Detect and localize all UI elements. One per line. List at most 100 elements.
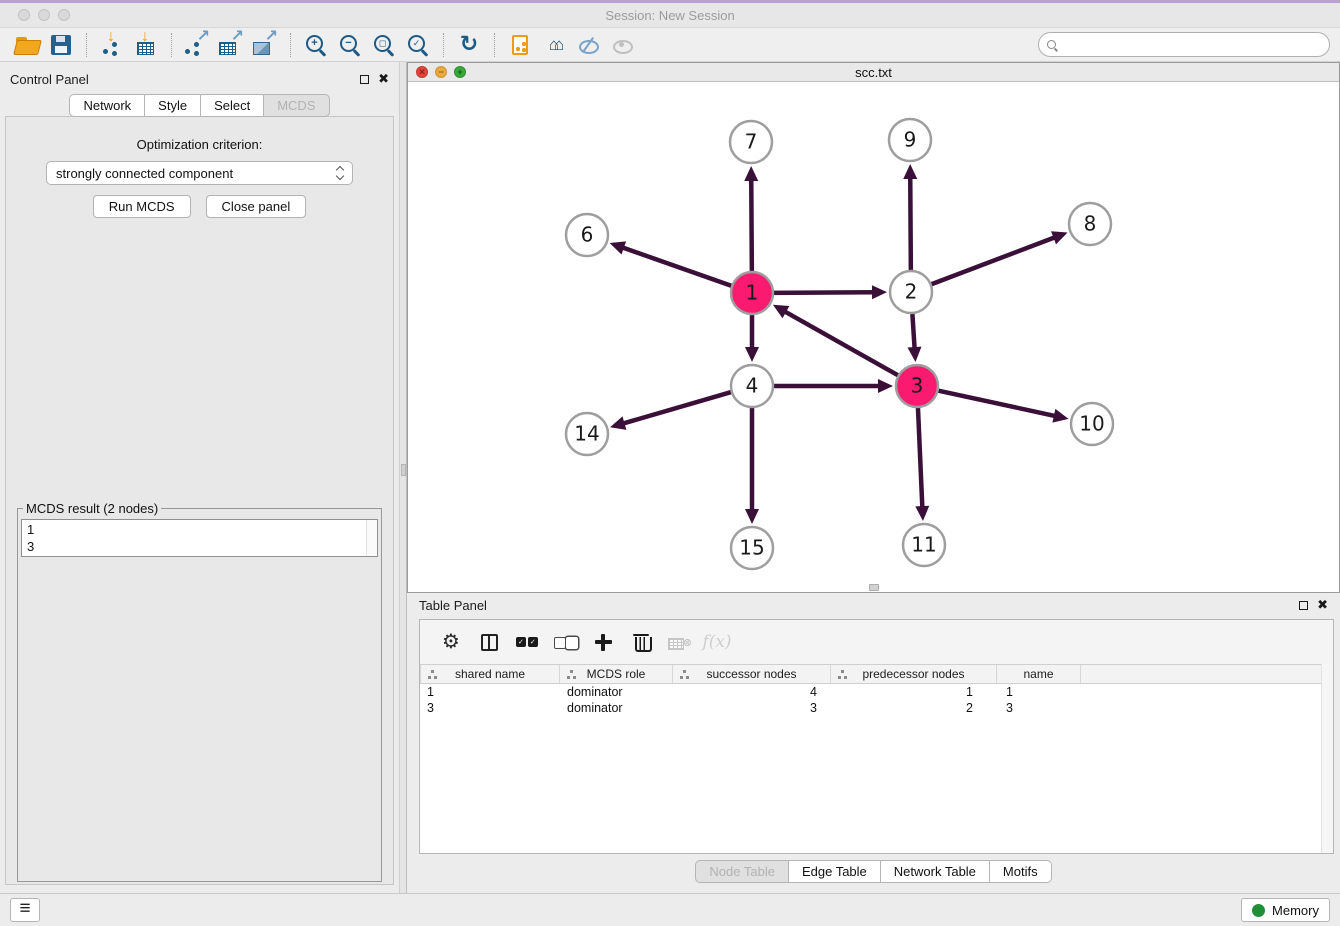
zoom-out-button[interactable] <box>333 30 367 60</box>
graph-node-label: 7 <box>745 130 758 154</box>
edge-arrowhead-icon <box>745 509 759 524</box>
graph-node-label: 3 <box>911 374 924 398</box>
tab-mcds[interactable]: MCDS <box>264 94 329 117</box>
export-image-button[interactable] <box>248 30 282 60</box>
mcds-result-box[interactable]: 13 <box>21 519 378 557</box>
control-panel-tabs: NetworkStyleSelectMCDS <box>0 94 399 117</box>
create-column-button[interactable] <box>584 627 622 657</box>
edge-2-8[interactable] <box>929 237 1056 285</box>
criterion-select-value: strongly connected component <box>56 166 233 181</box>
result-scrollbar[interactable] <box>366 520 377 556</box>
criterion-select[interactable]: strongly connected component <box>46 161 353 185</box>
edge-1-2[interactable] <box>771 292 874 293</box>
network-graph[interactable]: 1234678910111415 <box>408 82 1339 592</box>
export-network-button[interactable] <box>180 30 214 60</box>
edge-3-1[interactable] <box>784 311 900 377</box>
open-session-button[interactable] <box>10 30 44 60</box>
main-toolbar-icons <box>10 28 639 61</box>
table-cell: 1 <box>831 684 997 700</box>
tab-style[interactable]: Style <box>145 94 201 117</box>
zoom-in-button[interactable] <box>299 30 333 60</box>
memory-button[interactable]: Memory <box>1241 898 1330 922</box>
close-panel-icon[interactable]: ✖ <box>378 74 389 84</box>
graph-node-label: 11 <box>911 533 936 557</box>
search-input[interactable] <box>1056 37 1329 52</box>
edge-2-9[interactable] <box>910 177 911 273</box>
splitter-grip-icon[interactable] <box>401 464 406 476</box>
zoom-fit-button[interactable] <box>367 30 401 60</box>
table-tab-edge-table[interactable]: Edge Table <box>789 860 881 883</box>
edge-arrowhead-icon <box>1052 409 1068 423</box>
import-table-button[interactable] <box>129 30 163 60</box>
table-row[interactable]: 3dominator323 <box>420 700 1333 716</box>
edge-arrowhead-icon <box>745 347 759 362</box>
column-header-shared-name[interactable]: shared name <box>420 665 560 683</box>
close-panel-button[interactable]: Close panel <box>206 195 307 218</box>
column-label: MCDS role <box>587 667 646 681</box>
task-history-button[interactable] <box>10 898 40 922</box>
table-cell: dominator <box>560 684 673 700</box>
toolbar-separator <box>290 33 291 57</box>
zoom-fit-icon <box>374 35 391 52</box>
table-panel-title: Table Panel <box>419 598 487 613</box>
save-session-button[interactable] <box>44 30 78 60</box>
float-table-panel-icon[interactable] <box>1299 601 1308 610</box>
edge-4-14[interactable] <box>623 391 734 423</box>
window-titlebar: Session: New Session <box>0 0 1340 28</box>
export-table-button[interactable] <box>214 30 248 60</box>
column-header-predecessor-nodes[interactable]: predecessor nodes <box>831 665 997 683</box>
graph-node-label: 15 <box>739 536 764 560</box>
close-table-panel-icon[interactable]: ✖ <box>1317 600 1328 610</box>
column-visibility-button[interactable] <box>470 627 508 657</box>
search-box[interactable] <box>1038 32 1330 57</box>
network-canvas[interactable]: 1234678910111415 <box>408 82 1339 592</box>
table-row[interactable]: 1dominator411 <box>420 684 1333 700</box>
edge-1-6[interactable] <box>622 247 734 286</box>
network-from-selection-button[interactable] <box>503 30 537 60</box>
table-delete-icon <box>668 636 690 649</box>
canvas-scrollbar-handle[interactable] <box>869 584 879 591</box>
column-header-successor-nodes[interactable]: successor nodes <box>673 665 831 683</box>
panel-splitter[interactable] <box>399 62 407 893</box>
edge-3-10[interactable] <box>936 390 1056 416</box>
show-all-button[interactable] <box>537 30 571 60</box>
eye-icon <box>612 37 632 53</box>
table-scrollbar[interactable] <box>1321 664 1333 853</box>
edge-1-7[interactable] <box>751 179 752 274</box>
hide-selected-button[interactable] <box>571 30 605 60</box>
zoom-in-icon <box>306 35 323 52</box>
result-line: 3 <box>27 538 372 555</box>
tab-network[interactable]: Network <box>69 94 145 117</box>
control-panel-header: Control Panel ✖ <box>0 68 399 90</box>
column-header-name[interactable]: name <box>997 665 1081 683</box>
table-cell: 3 <box>997 700 1081 716</box>
import-network-button[interactable] <box>95 30 129 60</box>
zoom-selected-icon <box>408 35 425 52</box>
float-panel-icon[interactable] <box>360 75 369 84</box>
table-cell: 1 <box>997 684 1081 700</box>
zoom-selected-button[interactable] <box>401 30 435 60</box>
column-header-mcds-role[interactable]: MCDS role <box>560 665 673 683</box>
folder-open-icon <box>15 36 39 54</box>
table-options-button[interactable] <box>432 627 470 657</box>
control-panel: Control Panel ✖ NetworkStyleSelectMCDS O… <box>0 62 399 893</box>
deselect-all-button[interactable] <box>546 627 584 657</box>
graph-node-label: 8 <box>1084 212 1097 236</box>
delete-column-button[interactable] <box>622 627 660 657</box>
edge-3-11[interactable] <box>918 405 923 508</box>
graph-node-label: 2 <box>905 280 918 304</box>
checkboxes-unchecked-icon <box>554 637 576 648</box>
save-icon <box>51 35 71 55</box>
refresh-button[interactable] <box>452 30 486 60</box>
tab-select[interactable]: Select <box>201 94 264 117</box>
result-line: 1 <box>27 521 372 538</box>
run-mcds-button[interactable]: Run MCDS <box>93 195 191 218</box>
table-tab-network-table[interactable]: Network Table <box>881 860 990 883</box>
select-all-button[interactable] <box>508 627 546 657</box>
mcds-result-lines: 13 <box>27 521 372 555</box>
table-tab-node-table[interactable]: Node Table <box>695 860 789 883</box>
column-label: successor nodes <box>706 667 796 681</box>
edge-2-3[interactable] <box>912 311 914 349</box>
hierarchy-icon <box>679 670 690 679</box>
table-tab-motifs[interactable]: Motifs <box>990 860 1052 883</box>
